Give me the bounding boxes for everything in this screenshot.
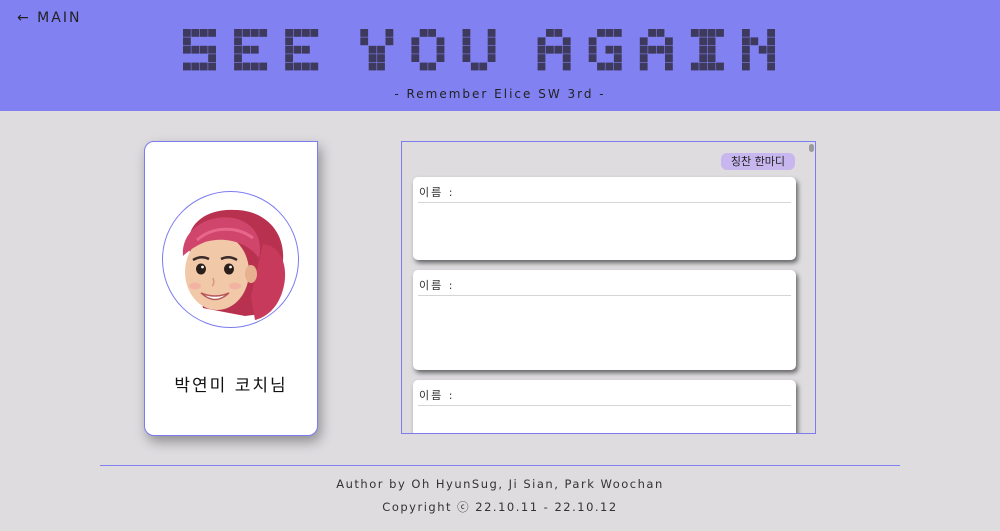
message-divider (418, 295, 791, 296)
footer-author: Author by Oh HyunSug, Ji Sian, Park Wooc… (336, 477, 664, 491)
avatar (162, 191, 299, 328)
footer-copyright: Copyright ⓒ 22.10.11 - 22.10.12 (382, 500, 618, 514)
header-subtitle: - Remember Elice SW 3rd - (394, 87, 606, 101)
scrollbar-thumb[interactable] (809, 144, 814, 152)
message-card[interactable]: 이름 : (413, 380, 796, 433)
praise-message-button[interactable]: 칭찬 한마디 (720, 153, 795, 170)
back-to-main-link[interactable]: ← MAIN (17, 10, 81, 26)
header: ← MAIN - Remember Elice SW 3rd - (0, 0, 1000, 111)
messages-panel[interactable]: 칭찬 한마디 이름 : 이름 : 이름 : (401, 141, 816, 434)
site-logo (183, 29, 815, 71)
message-card[interactable]: 이름 : (413, 270, 796, 370)
message-name-label: 이름 : (419, 389, 455, 402)
message-name-label: 이름 : (419, 186, 455, 199)
footer-divider (100, 465, 900, 466)
message-name-label: 이름 : (419, 279, 455, 292)
message-divider (418, 405, 791, 406)
memoji-avatar-icon (182, 209, 285, 320)
coach-name: 박연미 코치님 (174, 376, 288, 396)
message-card[interactable]: 이름 : (413, 177, 796, 260)
coach-profile-card[interactable]: 박연미 코치님 (144, 141, 318, 436)
logo-pixel-graphic (183, 29, 775, 71)
message-divider (418, 202, 791, 203)
